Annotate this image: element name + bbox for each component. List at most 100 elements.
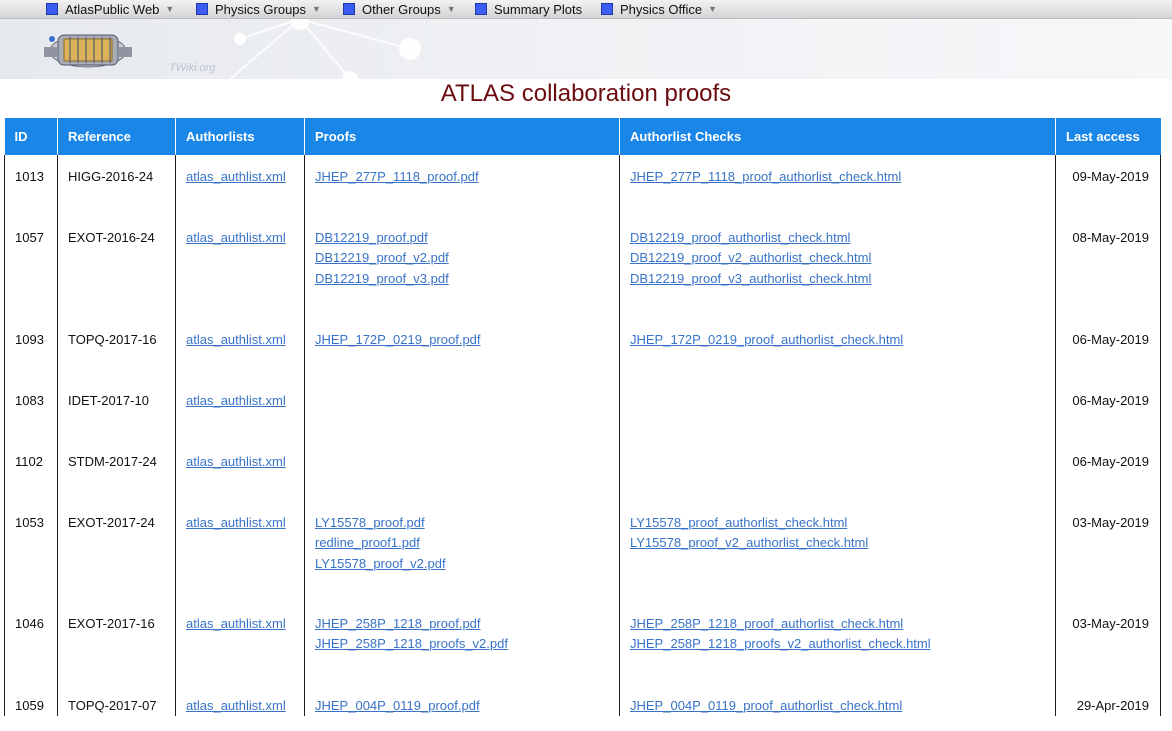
twiki-label[interactable]: TWiki.org	[169, 62, 215, 74]
table-row: 1059 TOPQ-2017-07 atlas_authlist.xml JHEP_0…	[4, 684, 1161, 717]
cell-authorlist-checks	[619, 379, 1056, 440]
authorlist-link[interactable]: atlas_authlist.xml	[186, 228, 304, 248]
cell-id: 1046	[4, 602, 58, 684]
authorlist-check-link[interactable]: LY15578_proof_authorlist_check.html	[630, 513, 1055, 533]
authorlist-link[interactable]: atlas_authlist.xml	[186, 167, 304, 187]
authorlist-check-link[interactable]: DB12219_proof_authorlist_check.html	[630, 228, 1055, 248]
authorlist-check-link[interactable]: JHEP_172P_0219_proof_authorlist_check.ht…	[630, 330, 1055, 350]
authorlist-link[interactable]: atlas_authlist.xml	[186, 391, 304, 411]
proof-link[interactable]: JHEP_004P_0119_proof.pdf	[315, 696, 619, 716]
cell-proofs: JHEP_258P_1218_proof.pdf JHEP_258P_1218_p…	[304, 602, 620, 684]
proof-link[interactable]: DB12219_proof_v2.pdf	[315, 248, 619, 268]
menu-label: Physics Office	[620, 1, 703, 17]
cell-last-access: 29-Apr-2019	[1055, 684, 1161, 717]
cell-authorlist: atlas_authlist.xml	[175, 216, 305, 318]
cell-id: 1083	[4, 379, 58, 440]
proof-link[interactable]: DB12219_proof_v3.pdf	[315, 269, 619, 289]
cell-last-access: 06-May-2019	[1055, 379, 1161, 440]
proof-link[interactable]: DB12219_proof.pdf	[315, 228, 619, 248]
page-title: ATLAS collaboration proofs	[440, 80, 732, 107]
authorlist-check-link[interactable]: DB12219_proof_v3_authorlist_check.html	[630, 269, 1055, 289]
table-header-row: ID Reference Authorlists Proofs Authorli…	[4, 118, 1161, 155]
cell-id: 1093	[4, 318, 58, 379]
authorlist-check-link[interactable]: JHEP_258P_1218_proof_authorlist_check.ht…	[630, 614, 1055, 634]
authorlist-check-link[interactable]: JHEP_258P_1218_proofs_v2_authorlist_chec…	[630, 634, 1055, 654]
cell-authorlist-checks: LY15578_proof_authorlist_check.html LY155…	[619, 501, 1056, 602]
authorlist-link[interactable]: atlas_authlist.xml	[186, 452, 304, 472]
top-menu-bar: AtlasPublic Web ▼ Physics Groups ▼ Other…	[0, 0, 1172, 19]
authorlist-link[interactable]: atlas_authlist.xml	[186, 513, 304, 533]
cell-authorlist-checks: JHEP_172P_0219_proof_authorlist_check.ht…	[619, 318, 1056, 379]
cell-reference: IDET-2017-10	[57, 379, 176, 440]
proof-link[interactable]: LY15578_proof_v2.pdf	[315, 554, 619, 574]
menu-label: Other Groups	[362, 1, 441, 17]
authorlist-link[interactable]: atlas_authlist.xml	[186, 614, 304, 634]
cell-reference: EXOT-2017-16	[57, 602, 176, 684]
dropdown-arrow-icon: ▼	[165, 4, 175, 14]
column-header-last-access[interactable]: Last access	[1055, 118, 1161, 155]
menu-label: Summary Plots	[494, 1, 583, 17]
cell-authorlist: atlas_authlist.xml	[175, 379, 305, 440]
cell-authorlist: atlas_authlist.xml	[175, 684, 305, 717]
cell-last-access: 06-May-2019	[1055, 318, 1161, 379]
cell-last-access: 03-May-2019	[1055, 602, 1161, 684]
cell-proofs: JHEP_004P_0119_proof.pdf	[304, 684, 620, 717]
proof-link[interactable]: JHEP_172P_0219_proof.pdf	[315, 330, 619, 350]
cell-authorlist-checks	[619, 440, 1056, 501]
cell-authorlist: atlas_authlist.xml	[175, 440, 305, 501]
cell-reference: EXOT-2016-24	[57, 216, 176, 318]
menu-label: Physics Groups	[215, 1, 307, 17]
cell-authorlist: atlas_authlist.xml	[175, 602, 305, 684]
proof-link[interactable]: redline_proof1.pdf	[315, 533, 619, 553]
menu-physics-office[interactable]: Physics Office ▼	[601, 1, 717, 17]
cell-authorlist: atlas_authlist.xml	[175, 501, 305, 602]
menu-summary-plots[interactable]: Summary Plots	[475, 1, 582, 17]
dropdown-arrow-icon: ▼	[708, 4, 718, 14]
cell-last-access: 06-May-2019	[1055, 440, 1161, 501]
column-header-proofs[interactable]: Proofs	[304, 118, 620, 155]
proofs-table: ID Reference Authorlists Proofs Authorli…	[4, 118, 1161, 717]
cell-id: 1102	[4, 440, 58, 501]
cell-reference: HIGG-2016-24	[57, 155, 176, 216]
column-header-id[interactable]: ID	[4, 118, 58, 155]
proof-link[interactable]: JHEP_258P_1218_proof.pdf	[315, 614, 619, 634]
cell-id: 1053	[4, 501, 58, 602]
cell-id: 1059	[4, 684, 58, 717]
authorlist-link[interactable]: atlas_authlist.xml	[186, 330, 304, 350]
column-header-reference[interactable]: Reference	[57, 118, 176, 155]
column-header-authorlists[interactable]: Authorlists	[175, 118, 305, 155]
cell-last-access: 09-May-2019	[1055, 155, 1161, 216]
web-square-icon	[343, 3, 355, 15]
proof-link[interactable]: LY15578_proof.pdf	[315, 513, 619, 533]
cell-proofs: LY15578_proof.pdf redline_proof1.pdf LY155…	[304, 501, 620, 602]
table-row: 1046 EXOT-2017-16 atlas_authlist.xml JHEP_2…	[4, 602, 1161, 684]
authorlist-check-link[interactable]: LY15578_proof_v2_authorlist_check.html	[630, 533, 1055, 553]
table-row: 1057 EXOT-2016-24 atlas_authlist.xml DB1221…	[4, 216, 1161, 318]
menu-physics-groups[interactable]: Physics Groups ▼	[196, 1, 321, 17]
cell-authorlist: atlas_authlist.xml	[175, 155, 305, 216]
cell-authorlist-checks: JHEP_277P_1118_proof_authorlist_check.ht…	[619, 155, 1056, 216]
web-square-icon	[46, 3, 58, 15]
authorlist-check-link[interactable]: DB12219_proof_v2_authorlist_check.html	[630, 248, 1055, 268]
cell-id: 1013	[4, 155, 58, 216]
cell-reference: STDM-2017-24	[57, 440, 176, 501]
authorlist-link[interactable]: atlas_authlist.xml	[186, 696, 304, 716]
proof-link[interactable]: JHEP_277P_1118_proof.pdf	[315, 167, 619, 187]
web-square-icon	[196, 3, 208, 15]
menu-label: AtlasPublic Web	[65, 1, 160, 17]
menu-atlaspublic-web[interactable]: AtlasPublic Web ▼	[46, 1, 174, 17]
atlas-detector-logo[interactable]	[40, 25, 136, 71]
table-row: 1093 TOPQ-2017-16 atlas_authlist.xml JHEP_1…	[4, 318, 1161, 379]
dropdown-arrow-icon: ▼	[312, 4, 321, 14]
authorlist-check-link[interactable]: JHEP_004P_0119_proof_authorlist_check.ht…	[630, 696, 1055, 716]
cell-reference: TOPQ-2017-07	[57, 684, 176, 717]
cell-proofs	[304, 379, 620, 440]
proof-link[interactable]: JHEP_258P_1218_proofs_v2.pdf	[315, 634, 619, 654]
column-header-authorlist-checks[interactable]: Authorlist Checks	[619, 118, 1056, 155]
cell-id: 1057	[4, 216, 58, 318]
menu-other-groups[interactable]: Other Groups ▼	[343, 1, 456, 17]
dropdown-arrow-icon: ▼	[446, 4, 456, 14]
cell-proofs: JHEP_172P_0219_proof.pdf	[304, 318, 620, 379]
authorlist-check-link[interactable]: JHEP_277P_1118_proof_authorlist_check.ht…	[630, 167, 1055, 187]
cell-proofs: JHEP_277P_1118_proof.pdf	[304, 155, 620, 216]
